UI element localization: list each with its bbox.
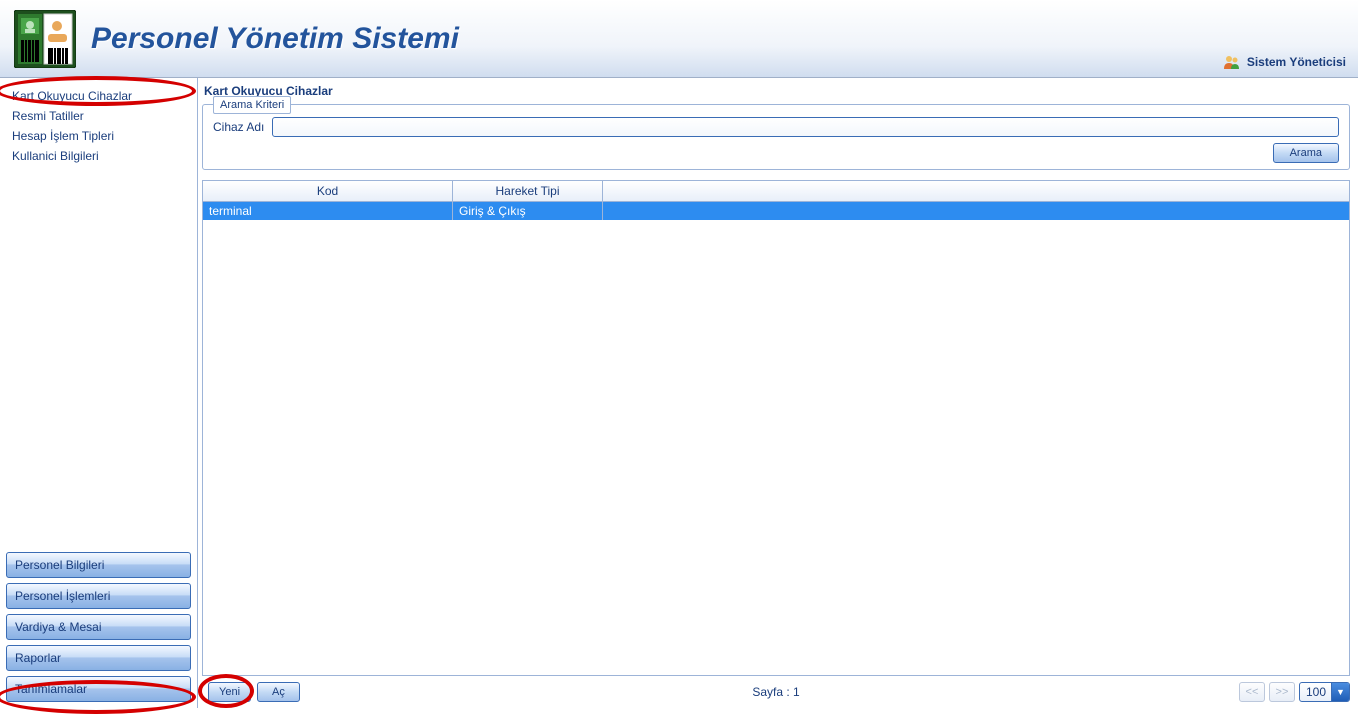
col-kod[interactable]: Kod [203, 181, 453, 201]
search-button[interactable]: Arama [1273, 143, 1339, 163]
accordion-raporlar[interactable]: Raporlar [6, 645, 191, 671]
table-header: Kod Hareket Tipi [203, 181, 1349, 202]
col-rest [603, 181, 1349, 201]
table-footer: Yeni Aç Sayfa : 1 << >> 100 ▼ [202, 676, 1350, 704]
results-table: Kod Hareket Tipi terminal Giriş & Çıkış [202, 180, 1350, 676]
table-body[interactable]: terminal Giriş & Çıkış [203, 202, 1349, 675]
sidebar-accordion: Personel Bilgileri Personel İşlemleri Va… [4, 550, 193, 704]
search-legend: Arama Kriteri [213, 96, 291, 114]
accordion-vardiya-mesai[interactable]: Vardiya & Mesai [6, 614, 191, 640]
pagesize-value: 100 [1306, 685, 1326, 699]
user-icon [1223, 53, 1241, 71]
accordion-personel-islemleri[interactable]: Personel İşlemleri [6, 583, 191, 609]
page-indicator: Sayfa : 1 [752, 685, 799, 699]
accordion-tanimlamalar[interactable]: Tanımlamalar [6, 676, 191, 702]
pagesize-select[interactable]: 100 ▼ [1299, 682, 1350, 702]
page-title: Kart Okuyucu Cihazlar [202, 84, 1350, 98]
user-role-label: Sistem Yöneticisi [1247, 55, 1346, 69]
chevron-down-icon: ▼ [1331, 683, 1349, 701]
device-name-label: Cihaz Adı [213, 120, 264, 134]
sidebar: Kart Okuyucu Cihazlar Resmi Tatiller Hes… [0, 78, 198, 708]
app-header: Personel Yönetim Sistemi Sistem Yönetici… [0, 0, 1358, 78]
sidebar-menu: Kart Okuyucu Cihazlar Resmi Tatiller Hes… [4, 82, 193, 550]
user-info[interactable]: Sistem Yöneticisi [1223, 53, 1346, 71]
col-tip[interactable]: Hareket Tipi [453, 181, 603, 201]
content-area: Kart Okuyucu Cihazlar Arama Kriteri Ciha… [198, 78, 1358, 708]
menu-item-kullanici[interactable]: Kullanici Bilgileri [10, 146, 187, 166]
cell-tip: Giriş & Çıkış [453, 202, 603, 220]
app-title: Personel Yönetim Sistemi [91, 22, 459, 56]
menu-item-kart-okuyucu[interactable]: Kart Okuyucu Cihazlar [10, 86, 187, 106]
accordion-personel-bilgileri[interactable]: Personel Bilgileri [6, 552, 191, 578]
cell-kod: terminal [203, 202, 453, 220]
menu-item-hesap-islem[interactable]: Hesap İşlem Tipleri [10, 126, 187, 146]
open-button[interactable]: Aç [257, 682, 300, 702]
app-logo-icon [14, 10, 76, 68]
next-page-button[interactable]: >> [1269, 682, 1295, 702]
menu-item-resmi-tatiller[interactable]: Resmi Tatiller [10, 106, 187, 126]
device-name-input[interactable] [272, 117, 1339, 137]
table-row[interactable]: terminal Giriş & Çıkış [203, 202, 1349, 220]
new-button[interactable]: Yeni [208, 682, 251, 702]
search-panel: Arama Kriteri Cihaz Adı Arama [202, 104, 1350, 170]
prev-page-button[interactable]: << [1239, 682, 1265, 702]
